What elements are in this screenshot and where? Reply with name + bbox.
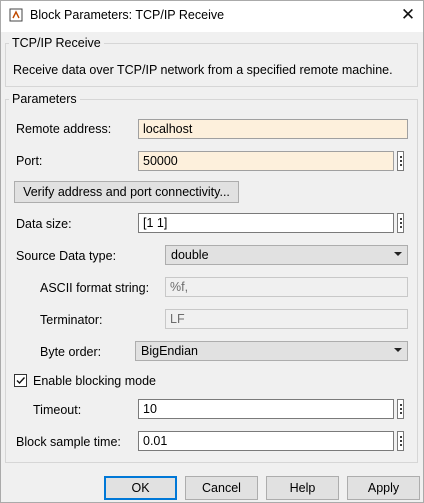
port-label: Port: — [16, 154, 43, 168]
source-data-type-value: double — [171, 248, 209, 262]
help-button[interactable]: Help — [266, 476, 339, 500]
blocking-mode-label[interactable]: Enable blocking mode — [33, 374, 156, 388]
byte-order-label: Byte order: — [40, 345, 102, 359]
block-description: Receive data over TCP/IP network from a … — [13, 63, 393, 77]
block-group-title: TCP/IP Receive — [9, 36, 104, 50]
sample-time-field[interactable]: 0.01 — [138, 431, 394, 451]
verify-connectivity-button[interactable]: Verify address and port connectivity... — [14, 181, 239, 203]
data-size-label: Data size: — [16, 217, 72, 231]
remote-address-label: Remote address: — [16, 122, 112, 136]
timeout-more-icon[interactable] — [397, 399, 404, 419]
port-more-icon[interactable] — [397, 151, 404, 171]
remote-address-field[interactable]: localhost — [138, 119, 408, 139]
close-icon[interactable]: ✕ — [398, 4, 418, 26]
terminator-field: LF — [165, 309, 408, 329]
source-data-type-label: Source Data type: — [16, 249, 117, 263]
timeout-field[interactable]: 10 — [138, 399, 394, 419]
checkmark-icon — [16, 377, 26, 385]
blocking-mode-checkbox[interactable] — [14, 374, 27, 387]
sample-time-label: Block sample time: — [16, 435, 121, 449]
cancel-button[interactable]: Cancel — [185, 476, 258, 500]
byte-order-select[interactable]: BigEndian — [135, 341, 408, 361]
data-size-field[interactable]: [1 1] — [138, 213, 394, 233]
ascii-format-field: %f, — [165, 277, 408, 297]
sample-time-more-icon[interactable] — [397, 431, 404, 451]
byte-order-value: BigEndian — [141, 344, 198, 358]
chevron-down-icon — [394, 348, 402, 352]
parameters-group-title: Parameters — [9, 92, 80, 106]
window-title: Block Parameters: TCP/IP Receive — [30, 8, 225, 22]
chevron-down-icon — [394, 252, 402, 256]
timeout-label: Timeout: — [33, 403, 82, 417]
source-data-type-select[interactable]: double — [165, 245, 408, 265]
data-size-more-icon[interactable] — [397, 213, 404, 233]
terminator-label: Terminator: — [40, 313, 103, 327]
ok-button[interactable]: OK — [104, 476, 177, 500]
ascii-format-label: ASCII format string: — [40, 281, 150, 295]
simulink-block-icon — [9, 8, 23, 22]
apply-button[interactable]: Apply — [347, 476, 420, 500]
port-field[interactable]: 50000 — [138, 151, 394, 171]
